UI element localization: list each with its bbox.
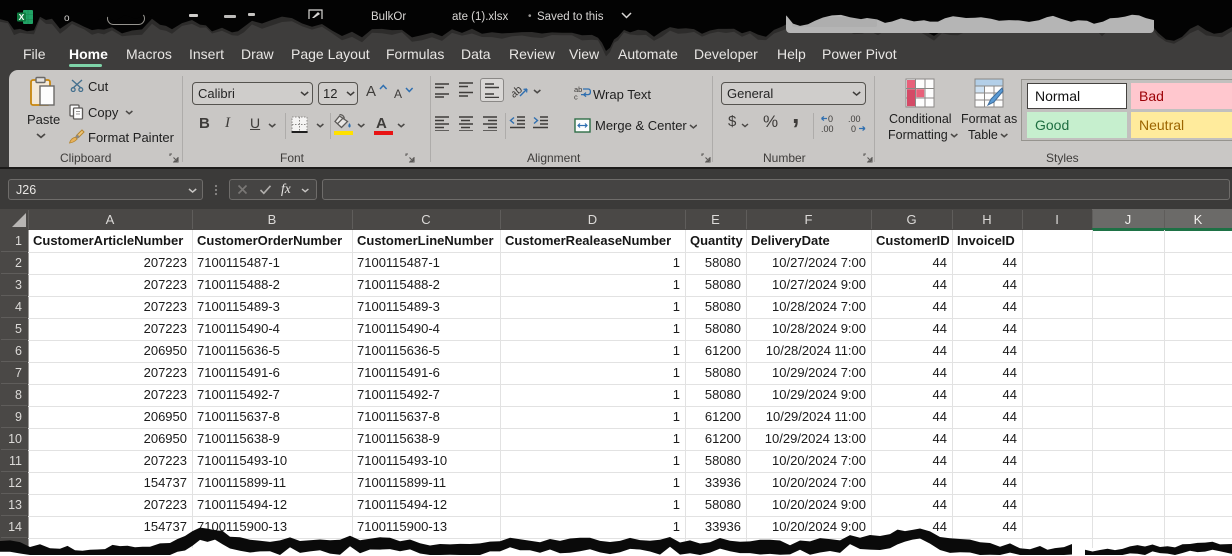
svg-text:0: 0 [828, 114, 833, 124]
svg-text:ab: ab [512, 84, 525, 99]
svg-text:.00: .00 [821, 124, 834, 133]
svg-text:c: c [574, 93, 578, 101]
svg-text:0: 0 [851, 124, 856, 133]
svg-text:.00: .00 [848, 114, 861, 124]
